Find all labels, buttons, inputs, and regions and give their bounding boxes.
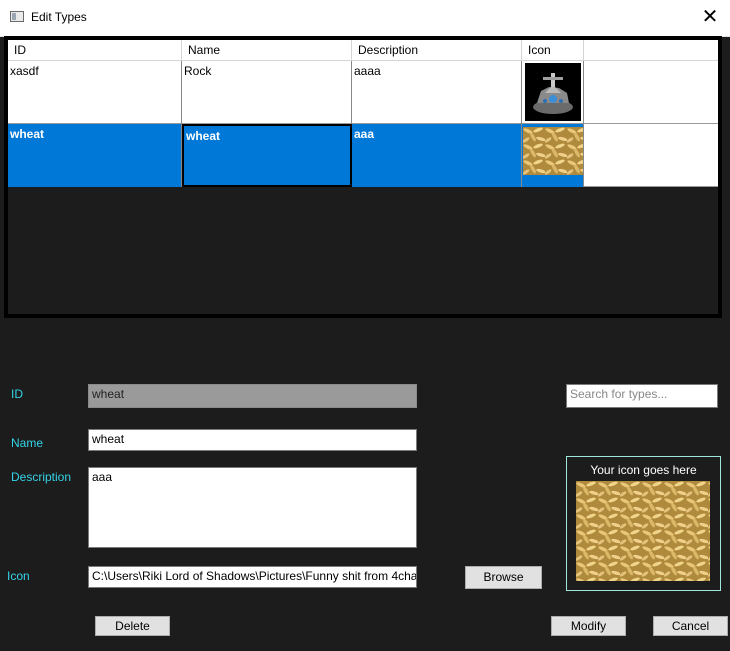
- column-header-icon[interactable]: Icon: [522, 40, 584, 60]
- search-input[interactable]: Search for types...: [566, 384, 718, 408]
- cancel-button[interactable]: Cancel: [653, 616, 728, 636]
- modify-button[interactable]: Modify: [551, 616, 626, 636]
- icon-path-field[interactable]: C:\Users\Riki Lord of Shadows\Pictures\F…: [88, 566, 417, 588]
- column-header-id[interactable]: ID: [8, 40, 182, 60]
- id-label: ID: [11, 387, 23, 401]
- window-title: Edit Types: [31, 10, 87, 24]
- close-button[interactable]: ✕: [690, 0, 730, 36]
- cell-description[interactable]: aaa: [352, 124, 522, 187]
- name-label: Name: [11, 436, 44, 450]
- types-grid-frame: ID Name Description Icon xasdf Rock aaaa: [4, 36, 722, 318]
- cell-name[interactable]: Rock: [182, 61, 352, 124]
- id-field[interactable]: wheat: [88, 384, 417, 408]
- rock-icon: [525, 63, 581, 121]
- cell-icon[interactable]: [522, 124, 584, 187]
- window-icon: [10, 11, 24, 22]
- preview-title: Your icon goes here: [590, 463, 697, 477]
- cell-icon[interactable]: [522, 61, 584, 124]
- name-field[interactable]: wheat: [88, 429, 417, 451]
- description-label: Description: [11, 470, 72, 484]
- icon-preview-panel: Your icon goes here: [566, 456, 721, 591]
- cell-description[interactable]: aaaa: [352, 61, 522, 124]
- grid-header: ID Name Description Icon: [8, 40, 718, 61]
- description-field[interactable]: aaa: [88, 467, 417, 548]
- wheat-icon: [523, 127, 583, 175]
- table-row[interactable]: xasdf Rock aaaa: [8, 61, 718, 124]
- icon-label: Icon: [7, 569, 30, 583]
- delete-button[interactable]: Delete: [95, 616, 170, 636]
- cell-name[interactable]: wheat: [182, 124, 352, 187]
- types-grid[interactable]: ID Name Description Icon xasdf Rock aaaa: [8, 40, 718, 314]
- column-header-name[interactable]: Name: [182, 40, 352, 60]
- cell-id[interactable]: xasdf: [8, 61, 182, 124]
- icon-preview-image: [576, 481, 710, 581]
- column-header-description[interactable]: Description: [352, 40, 522, 60]
- table-row[interactable]: wheat wheat aaa: [8, 124, 718, 187]
- cell-id[interactable]: wheat: [8, 124, 182, 187]
- title-bar: Edit Types ✕: [0, 0, 730, 37]
- browse-button[interactable]: Browse: [465, 566, 542, 589]
